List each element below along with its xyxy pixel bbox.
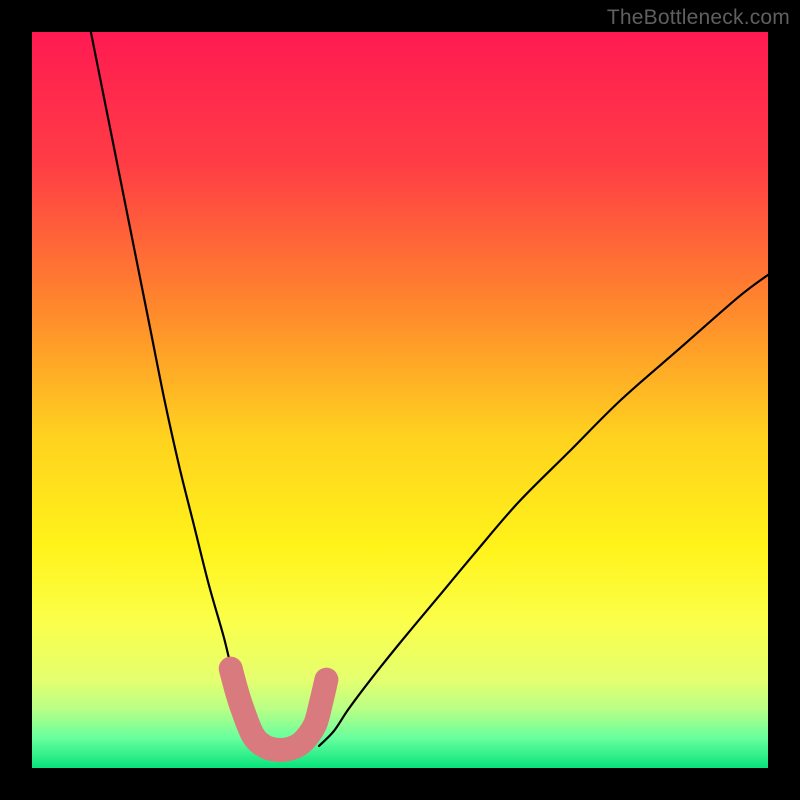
watermark-text: TheBottleneck.com — [607, 6, 790, 30]
chart-svg — [32, 32, 768, 768]
plot-area — [32, 32, 768, 768]
chart-frame: TheBottleneck.com — [0, 0, 800, 800]
